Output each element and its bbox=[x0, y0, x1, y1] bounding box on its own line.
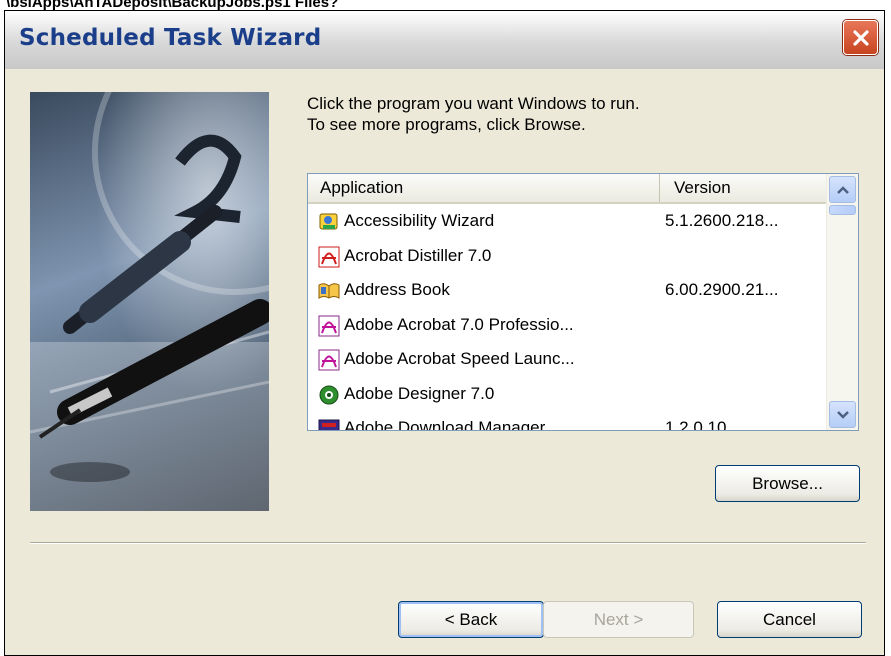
wizard-clock-pen-image bbox=[30, 92, 269, 511]
application-name: Adobe Acrobat 7.0 Professio... bbox=[344, 314, 574, 334]
list-header: Application Version bbox=[308, 174, 827, 204]
application-version: 5.1.2600.218... bbox=[665, 211, 779, 230]
list-rows: Accessibility Wizard 5.1.2600.218... Acr… bbox=[308, 204, 827, 431]
address-book-icon bbox=[318, 283, 340, 299]
browse-button[interactable]: Browse... bbox=[715, 465, 860, 502]
list-item[interactable]: Adobe Download Manager 1.2.0.10... bbox=[308, 411, 827, 431]
application-version: 1.2.0.10... bbox=[665, 418, 741, 431]
scroll-thumb[interactable] bbox=[829, 205, 856, 215]
cancel-button[interactable]: Cancel bbox=[717, 601, 862, 638]
acrobat-distiller-icon bbox=[318, 246, 340, 267]
list-item[interactable]: Adobe Acrobat Speed Launc... bbox=[308, 342, 827, 377]
scroll-down-button[interactable] bbox=[829, 401, 856, 428]
next-button: Next > bbox=[543, 601, 694, 638]
close-icon bbox=[852, 29, 869, 46]
program-listbox[interactable]: Application Version Accessibility Wizard… bbox=[307, 173, 859, 431]
scroll-up-button[interactable] bbox=[829, 176, 856, 203]
accessibility-wizard-icon bbox=[319, 213, 338, 230]
adobe-acrobat-speed-launcher-icon bbox=[318, 349, 340, 371]
column-header-application[interactable]: Application bbox=[308, 174, 660, 202]
application-name: Acrobat Distiller 7.0 bbox=[344, 245, 492, 265]
adobe-designer-icon bbox=[319, 385, 339, 404]
application-name: Adobe Designer 7.0 bbox=[344, 383, 495, 403]
list-item[interactable]: Acrobat Distiller 7.0 bbox=[308, 239, 827, 274]
application-version: 6.00.2900.21... bbox=[665, 280, 779, 299]
title-bar[interactable]: Scheduled Task Wizard bbox=[5, 11, 884, 70]
background-window-strip: \bsiApps\AnTADeposit\BackupJobs.ps1 File… bbox=[6, 0, 339, 10]
application-name: Adobe Download Manager bbox=[344, 418, 546, 431]
chevron-up-icon bbox=[836, 185, 849, 194]
list-item[interactable]: Adobe Designer 7.0 bbox=[308, 377, 827, 412]
list-item[interactable]: Address Book 6.00.2900.21... bbox=[308, 273, 827, 308]
column-header-version[interactable]: Version bbox=[660, 174, 827, 202]
divider bbox=[30, 542, 866, 544]
back-button[interactable]: < Back bbox=[398, 601, 544, 638]
dialog-client-area: Click the program you want Windows to ru… bbox=[5, 69, 884, 655]
scheduled-task-wizard-window: Scheduled Task Wizard Click the program … bbox=[4, 10, 885, 656]
window-title: Scheduled Task Wizard bbox=[19, 25, 322, 51]
application-name: Adobe Acrobat Speed Launc... bbox=[344, 349, 575, 368]
instruction-line-1: Click the program you want Windows to ru… bbox=[307, 94, 640, 113]
list-item[interactable]: Accessibility Wizard 5.1.2600.218... bbox=[308, 204, 827, 239]
chevron-down-icon bbox=[836, 410, 849, 419]
list-item[interactable]: Adobe Acrobat 7.0 Professio... bbox=[308, 308, 827, 343]
adobe-download-manager-icon bbox=[318, 419, 340, 430]
close-button[interactable] bbox=[843, 20, 878, 55]
application-name: Address Book bbox=[344, 280, 450, 299]
instruction-line-2: To see more programs, click Browse. bbox=[307, 115, 586, 134]
application-name: Accessibility Wizard bbox=[344, 211, 495, 230]
vertical-scrollbar[interactable] bbox=[826, 174, 858, 430]
adobe-acrobat-icon bbox=[318, 315, 340, 336]
instructions: Click the program you want Windows to ru… bbox=[307, 93, 640, 135]
